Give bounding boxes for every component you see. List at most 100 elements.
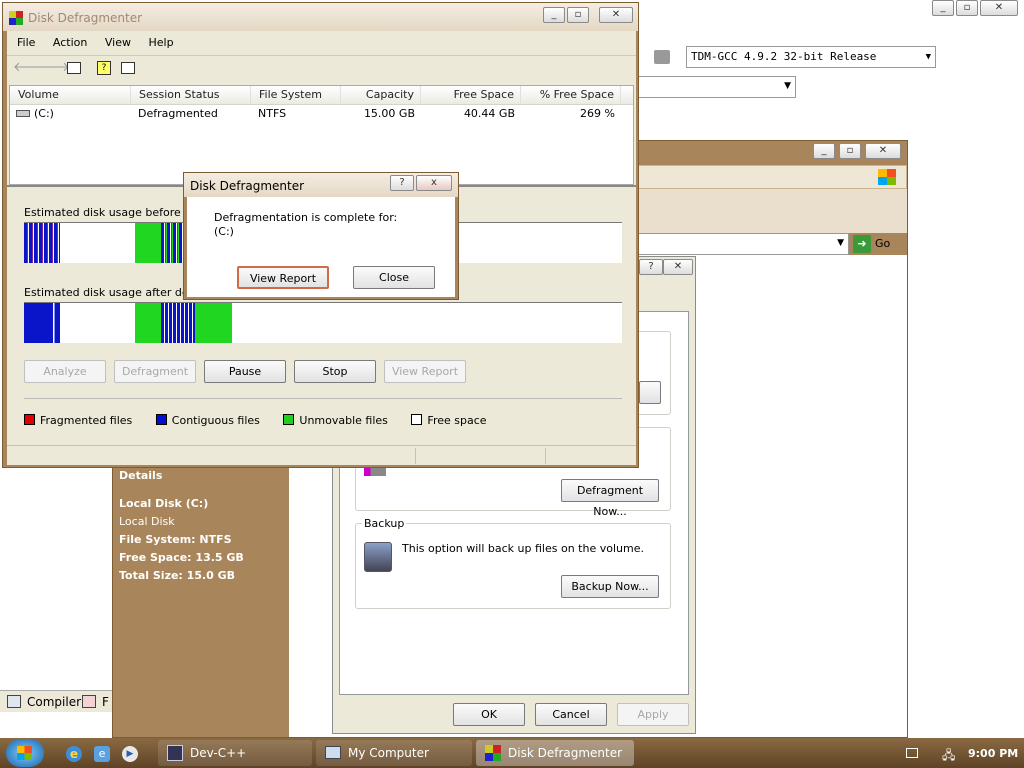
network-icon[interactable]: 🖧	[942, 746, 955, 767]
status-bar	[7, 445, 636, 465]
legend-contiguous: Contiguous files	[155, 414, 270, 427]
properties-close-button[interactable]: ✕	[663, 259, 693, 275]
details-disk-type: Local Disk	[119, 515, 175, 528]
after-label: Estimated disk usage after defra	[24, 286, 204, 299]
dialog-close-button[interactable]: x	[416, 175, 452, 191]
details-heading: Details	[119, 469, 163, 482]
completion-title: Disk Defragmenter	[190, 179, 305, 193]
free-swatch	[411, 414, 423, 425]
check-now-button[interactable]	[639, 381, 661, 404]
devcpp-maximize-button[interactable]: ▫	[956, 0, 978, 16]
devcpp-toolbar-icon[interactable]	[654, 50, 670, 64]
col-volume[interactable]: Volume	[10, 86, 131, 104]
apply-button[interactable]: Apply	[617, 703, 689, 726]
col-free-space[interactable]: Free Space	[421, 86, 521, 104]
devcpp-close-button[interactable]: ✕	[980, 0, 1018, 16]
forward-arrow-icon[interactable]: 🡒	[35, 59, 70, 75]
toolbar: 🡐 🡒 ?	[7, 55, 636, 79]
cell-status: Defragmented	[138, 107, 218, 120]
dialog-close-text-button[interactable]: Close	[353, 266, 435, 289]
table-row[interactable]: (C:) Defragmented NTFS 15.00 GB 40.44 GB…	[10, 105, 633, 122]
ok-button[interactable]: OK	[453, 703, 525, 726]
fragmented-swatch	[24, 414, 35, 425]
windows-logo-icon	[878, 169, 896, 185]
properties-icon[interactable]	[121, 62, 135, 74]
defrag-maximize-button[interactable]: ▫	[567, 7, 589, 23]
cell-capacity: 15.00 GB	[363, 107, 415, 120]
explorer-close-button[interactable]: ✕	[865, 143, 901, 159]
volume-list: Volume Session Status File System Capaci…	[9, 85, 634, 185]
help-icon[interactable]: ?	[97, 61, 111, 75]
ie-alt-quicklaunch-icon[interactable]: e	[94, 746, 110, 762]
clock[interactable]: 9:00 PM	[968, 747, 1018, 760]
pause-button[interactable]: Pause	[204, 360, 286, 383]
legend-free: Free space	[411, 414, 496, 427]
show-hide-tree-icon[interactable]	[67, 62, 81, 74]
cancel-button[interactable]: Cancel	[535, 703, 607, 726]
defragment-now-button[interactable]: Defragment Now...	[561, 479, 659, 518]
task-devcpp[interactable]: Dev-C++	[158, 740, 312, 766]
backup-description: This option will back up files on the vo…	[402, 542, 644, 555]
view-report-button[interactable]: View Report	[384, 360, 466, 383]
devcpp-window: _ ▫ ✕ TDM-GCC 4.9.2 32-bit Release ▼ ▼	[636, 0, 1024, 140]
after-segment-3	[161, 303, 195, 343]
completion-dialog: Disk Defragmenter ? x Defragmentation is…	[183, 172, 459, 300]
menu-bar: File Action View Help	[17, 36, 188, 49]
task-my-computer[interactable]: My Computer	[316, 740, 472, 766]
task-disk-defragmenter[interactable]: Disk Defragmenter	[476, 740, 634, 766]
dialog-help-button[interactable]: ?	[390, 175, 414, 191]
completion-volume: (C:)	[214, 225, 234, 238]
explorer-maximize-button[interactable]: ▫	[839, 143, 861, 159]
completion-body: Defragmentation is complete for: (C:) Vi…	[187, 197, 455, 297]
col-session-status[interactable]: Session Status	[131, 86, 251, 104]
before-label: Estimated disk usage before de	[24, 206, 199, 219]
media-player-quicklaunch-icon[interactable]: ▶	[122, 746, 138, 762]
windows-orb-icon	[17, 746, 32, 760]
defrag-app-icon	[9, 11, 23, 25]
col-file-system[interactable]: File System	[251, 86, 341, 104]
after-segment-4	[195, 303, 232, 343]
compiler-combo[interactable]: TDM-GCC 4.9.2 32-bit Release ▼	[686, 46, 936, 68]
devcpp-bottom-tabs: Compiler F	[0, 690, 112, 712]
cell-pct: 269 %	[580, 107, 615, 120]
resources-icon	[82, 695, 96, 708]
col-capacity[interactable]: Capacity	[341, 86, 421, 104]
keyboard-icon[interactable]	[906, 748, 918, 758]
dialog-view-report-button[interactable]: View Report	[237, 266, 329, 289]
cell-volume: (C:)	[34, 107, 54, 120]
tab-f[interactable]: F	[80, 693, 109, 711]
start-button[interactable]	[6, 739, 44, 767]
after-segment-2	[135, 303, 161, 343]
function-combo[interactable]: ▼	[636, 76, 796, 98]
devcpp-task-icon	[167, 745, 183, 761]
menu-view[interactable]: View	[105, 36, 131, 49]
details-pane: Details Local Disk (C:) Local Disk File …	[119, 467, 289, 733]
devcpp-minimize-button[interactable]: _	[932, 0, 954, 16]
defrag-window-title: Disk Defragmenter	[28, 11, 143, 25]
explorer-minimize-button[interactable]: _	[813, 143, 835, 159]
menu-file[interactable]: File	[17, 36, 35, 49]
stop-button[interactable]: Stop	[294, 360, 376, 383]
legend-unmovable: Unmovable files	[283, 414, 398, 427]
list-header: Volume Session Status File System Capaci…	[10, 86, 633, 105]
defragment-button[interactable]: Defragment	[114, 360, 196, 383]
compiler-combo-value: TDM-GCC 4.9.2 32-bit Release	[691, 50, 877, 63]
properties-help-button[interactable]: ?	[639, 259, 663, 275]
menu-action[interactable]: Action	[53, 36, 87, 49]
backup-icon	[364, 542, 392, 572]
details-file-system: File System: NTFS	[119, 533, 232, 546]
compiler-icon	[7, 695, 21, 708]
backup-now-button[interactable]: Backup Now...	[561, 575, 659, 598]
col-pct-free[interactable]: % Free Space	[521, 86, 621, 104]
go-arrow-icon: ➜	[853, 235, 871, 253]
ie-quicklaunch-icon[interactable]: e	[66, 746, 82, 762]
menu-help[interactable]: Help	[148, 36, 173, 49]
go-button[interactable]: ➜ Go	[853, 233, 905, 255]
details-free-space: Free Space: 13.5 GB	[119, 551, 244, 564]
analyze-button[interactable]: Analyze	[24, 360, 106, 383]
defrag-titlebar: Disk Defragmenter _ ▫ ✕	[3, 3, 638, 31]
defrag-minimize-button[interactable]: _	[543, 7, 565, 23]
defrag-close-button[interactable]: ✕	[599, 7, 633, 23]
before-segment-1	[24, 223, 60, 263]
tab-compiler[interactable]: Compiler	[3, 693, 81, 711]
